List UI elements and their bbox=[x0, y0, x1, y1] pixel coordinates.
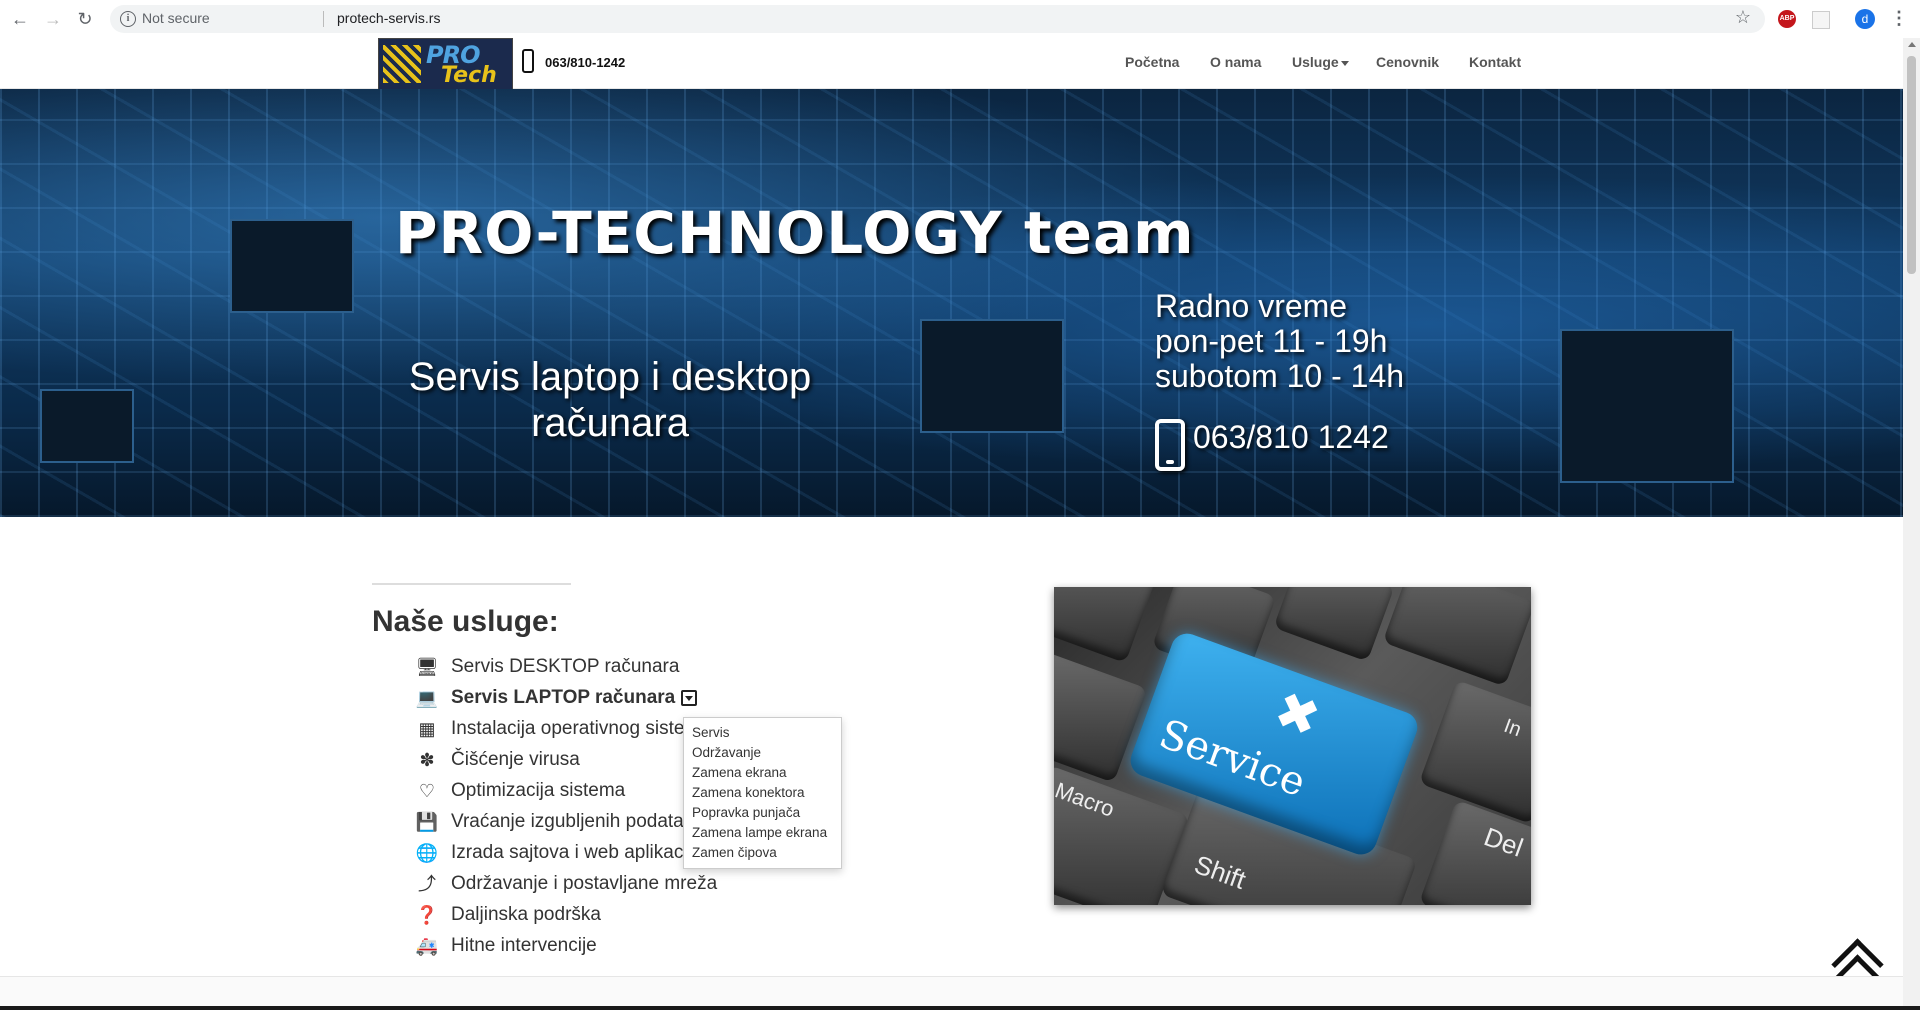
nav-kontakt[interactable]: Kontakt bbox=[1469, 54, 1521, 70]
circuit-chip-decoration bbox=[1560, 329, 1734, 483]
hero-title: PRO-TECHNOLOGY team bbox=[395, 199, 1195, 267]
hero-subtitle-line1: Servis laptop i desktop bbox=[408, 355, 812, 399]
dropdown-toggle-icon[interactable] bbox=[681, 689, 698, 706]
menu-kebab-icon[interactable]: ⋮ bbox=[1890, 8, 1908, 29]
hero-subtitle-line2: računara bbox=[531, 401, 689, 445]
adblock-extension-icon[interactable]: ABP bbox=[1778, 10, 1796, 28]
nav-usluge-label: Usluge bbox=[1292, 54, 1339, 70]
ambulance-icon: 🚑 bbox=[415, 936, 439, 956]
site-logo[interactable]: PRO Tech bbox=[378, 38, 513, 90]
heartbeat-icon: ♡ bbox=[418, 781, 436, 801]
windows-icon: ▦ bbox=[418, 719, 436, 739]
logo-tech-text: Tech bbox=[441, 63, 497, 88]
desktop-icon: 🖥 bbox=[415, 657, 439, 677]
service-label: Hitne intervencije bbox=[451, 935, 597, 956]
service-label-text: Servis LAPTOP računara bbox=[451, 687, 676, 708]
dropdown-item[interactable]: Zamena konektora bbox=[692, 785, 805, 800]
service-label: Održavanje i postavljane mreža bbox=[451, 873, 718, 894]
hero-phone[interactable]: 063/810 1242 bbox=[1193, 419, 1389, 456]
floppy-icon: 💾 bbox=[415, 812, 439, 832]
laptop-icon: 💻 bbox=[415, 688, 439, 708]
dropdown-item[interactable]: Zamen čipova bbox=[692, 845, 777, 860]
dropdown-item[interactable]: Zamena lampe ekrana bbox=[692, 825, 827, 840]
reload-icon[interactable]: ↻ bbox=[74, 8, 96, 30]
globe-icon: 🌐 bbox=[415, 843, 439, 863]
scrollbar-thumb[interactable] bbox=[1907, 56, 1916, 274]
circuit-chip-decoration bbox=[920, 319, 1064, 433]
wrench-screwdriver-icon: ✖ bbox=[1266, 680, 1328, 750]
keyboard-key bbox=[1418, 679, 1531, 825]
keyboard-key bbox=[1382, 587, 1531, 687]
section-divider bbox=[372, 583, 571, 585]
browser-toolbar: ← → ↻ i Not secure protech-servis.rs ☆ A… bbox=[0, 0, 1920, 39]
nav-pocetna[interactable]: Početna bbox=[1125, 54, 1179, 70]
site-header: PRO Tech 063/810-1242 Početna O nama Usl… bbox=[0, 38, 1903, 90]
service-item-laptop[interactable]: 💻 Servis LAPTOP računara bbox=[415, 686, 815, 710]
scroll-up-arrow-icon[interactable] bbox=[1908, 42, 1916, 47]
service-label: Optimizacija sistema bbox=[451, 780, 626, 801]
circuit-chip-decoration bbox=[40, 389, 134, 463]
question-icon: ❓ bbox=[415, 905, 439, 925]
bookmark-star-icon[interactable]: ☆ bbox=[1735, 7, 1751, 28]
service-item-network[interactable]: ⤴ Održavanje i postavljane mreža bbox=[415, 872, 815, 896]
chip-logo-icon bbox=[383, 45, 421, 83]
extension-icon[interactable] bbox=[1812, 11, 1830, 29]
dropdown-item[interactable]: Zamena ekrana bbox=[692, 765, 787, 780]
dropdown-item[interactable]: Popravka punjača bbox=[692, 805, 800, 820]
keyboard-key bbox=[1054, 587, 1157, 664]
address-bar[interactable]: i Not secure protech-servis.rs ☆ bbox=[110, 5, 1765, 33]
taskbar-edge bbox=[0, 1006, 1920, 1010]
service-item-emergency[interactable]: 🚑 Hitne intervencije bbox=[415, 934, 815, 958]
back-arrow-icon[interactable]: ← bbox=[9, 8, 31, 30]
service-label: Čišćenje virusa bbox=[451, 749, 580, 770]
dropdown-item[interactable]: Održavanje bbox=[692, 745, 761, 760]
dropdown-item[interactable]: Servis bbox=[692, 725, 730, 740]
service-item-remote[interactable]: ❓ Daljinska podrška bbox=[415, 903, 815, 927]
bug-icon: ✽ bbox=[419, 750, 435, 770]
service-label: Servis LAPTOP računara bbox=[451, 687, 698, 709]
caret-down-icon bbox=[1340, 60, 1349, 66]
rss-icon: ⤴ bbox=[418, 874, 436, 894]
services-title: Naše usluge: bbox=[372, 605, 559, 638]
url-text[interactable]: protech-servis.rs bbox=[337, 10, 440, 26]
hours-weekdays: pon-pet 11 - 19h bbox=[1155, 323, 1388, 359]
service-keyboard-image: ✖ Service Macro Shift Del In bbox=[1054, 587, 1531, 905]
service-label: Vraćanje izgubljenih podataka bbox=[451, 811, 704, 832]
nav-cenovnik[interactable]: Cenovnik bbox=[1376, 54, 1439, 70]
phone-icon bbox=[522, 49, 534, 73]
hours-title: Radno vreme bbox=[1155, 288, 1348, 324]
service-label: Instalacija operativnog sistema bbox=[451, 718, 711, 739]
nav-o-nama[interactable]: O nama bbox=[1210, 54, 1261, 70]
profile-avatar[interactable]: d bbox=[1855, 9, 1875, 29]
working-hours: Radno vreme pon-pet 11 - 19h subotom 10 … bbox=[1155, 289, 1404, 394]
laptop-service-dropdown: Servis Održavanje Zamena ekrana Zamena k… bbox=[683, 717, 842, 869]
service-label: Daljinska podrška bbox=[451, 904, 601, 925]
security-label: Not secure bbox=[142, 10, 210, 26]
mobile-phone-icon bbox=[1155, 419, 1185, 471]
info-icon[interactable]: i bbox=[120, 11, 136, 27]
header-phone[interactable]: 063/810-1242 bbox=[545, 55, 625, 70]
address-separator bbox=[323, 11, 324, 27]
nav-usluge[interactable]: Usluge bbox=[1292, 54, 1349, 70]
forward-arrow-icon[interactable]: → bbox=[42, 8, 64, 30]
back-to-top-button[interactable] bbox=[1831, 932, 1885, 1007]
service-item-desktop[interactable]: 🖥 Servis DESKTOP računara bbox=[415, 655, 815, 679]
keyboard-key bbox=[1273, 587, 1395, 662]
service-label: Servis DESKTOP računara bbox=[451, 656, 680, 677]
page-footer-edge bbox=[0, 976, 1903, 1007]
service-label: Izrada sajtova i web aplikacija bbox=[451, 842, 703, 863]
hours-saturday: subotom 10 - 14h bbox=[1155, 358, 1405, 394]
circuit-chip-decoration bbox=[230, 219, 354, 313]
vertical-scrollbar[interactable] bbox=[1903, 38, 1920, 1010]
hero-banner: PRO-TECHNOLOGY team Servis laptop i desk… bbox=[0, 89, 1903, 517]
hero-subtitle: Servis laptop i desktop računara bbox=[390, 354, 830, 446]
